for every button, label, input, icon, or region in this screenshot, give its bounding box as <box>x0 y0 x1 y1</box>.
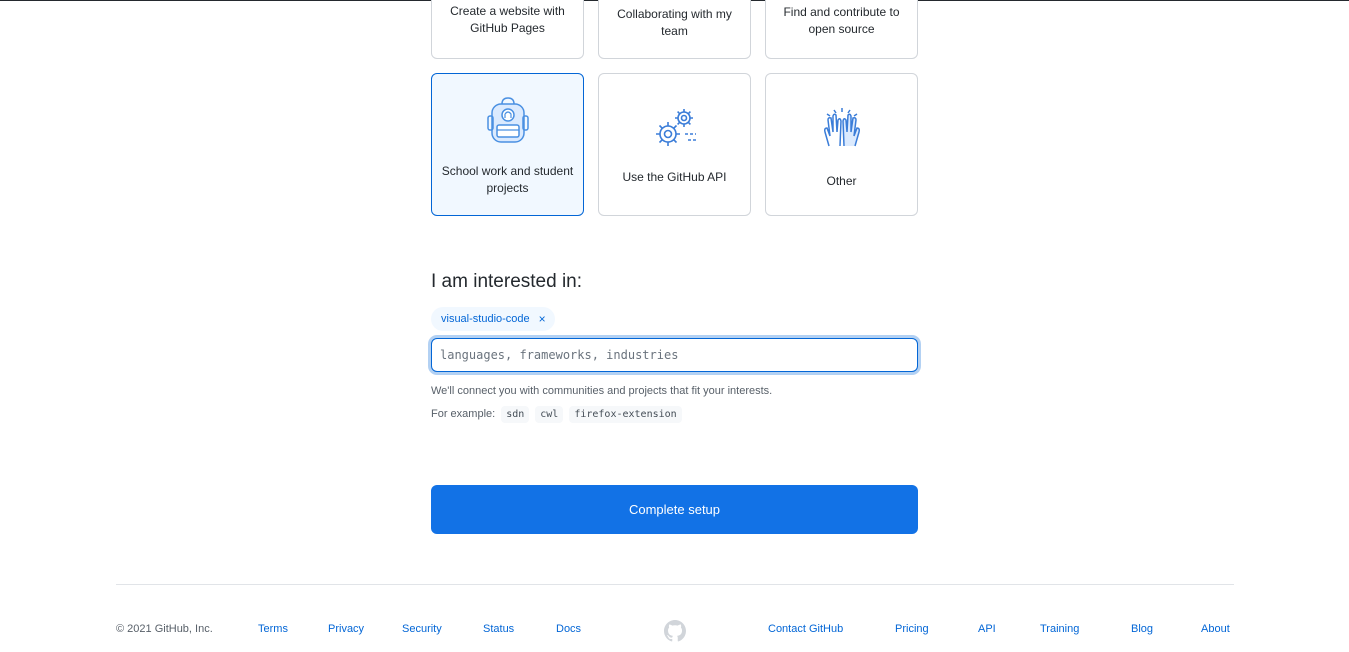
complete-setup-button[interactable]: Complete setup <box>431 485 918 534</box>
interest-tag-label: visual-studio-code <box>441 313 530 325</box>
backpack-icon <box>485 96 531 149</box>
footer-copyright: © 2021 GitHub, Inc. <box>116 623 213 635</box>
footer-link-pricing[interactable]: Pricing <box>895 622 929 636</box>
example-tag[interactable]: cwl <box>535 405 564 423</box>
card-github-api[interactable]: Use the GitHub API <box>598 73 751 216</box>
footer-link-contact[interactable]: Contact GitHub <box>768 622 843 636</box>
remove-tag-icon[interactable]: × <box>539 312 546 326</box>
footer-link-blog[interactable]: Blog <box>1131 622 1153 636</box>
example-tag[interactable]: sdn <box>501 405 530 423</box>
interest-tag: visual-studio-code × <box>431 307 555 331</box>
interests-title: I am interested in: <box>431 271 583 292</box>
footer-link-terms[interactable]: Terms <box>258 622 288 636</box>
card-label: Create a website with GitHub Pages <box>450 4 565 35</box>
card-collaborating[interactable]: Collaborating with my team <box>598 0 751 59</box>
examples-label: For example: <box>431 408 496 420</box>
footer-divider <box>116 584 1234 585</box>
footer-link-training[interactable]: Training <box>1040 622 1079 636</box>
examples-row: For example: sdn cwl firefox-extension <box>431 404 682 424</box>
gears-icon <box>650 104 700 157</box>
footer-link-status[interactable]: Status <box>483 622 514 636</box>
interests-input[interactable] <box>431 338 918 372</box>
example-tag[interactable]: firefox-extension <box>569 405 682 423</box>
footer-link-docs[interactable]: Docs <box>556 622 581 636</box>
card-github-pages[interactable]: Create a website with GitHub Pages <box>431 0 584 59</box>
card-label: Find and contribute to open source <box>783 5 900 36</box>
card-school-work[interactable]: School work and student projects <box>431 73 584 216</box>
card-other[interactable]: Other <box>765 73 918 216</box>
footer-link-privacy[interactable]: Privacy <box>328 622 364 636</box>
footer-link-api[interactable]: API <box>978 622 996 636</box>
card-label: School work and student projects <box>441 164 574 195</box>
github-mark-icon[interactable] <box>664 620 686 642</box>
card-label: Use the GitHub API <box>622 170 727 184</box>
footer-link-about[interactable]: About <box>1201 622 1230 636</box>
interests-hint: We'll connect you with communities and p… <box>431 385 773 397</box>
card-label: Other <box>826 174 857 188</box>
card-label: Collaborating with my team <box>617 7 732 38</box>
card-open-source[interactable]: Find and contribute to open source <box>765 0 918 59</box>
footer-link-security[interactable]: Security <box>402 622 442 636</box>
high-five-icon <box>819 106 865 157</box>
